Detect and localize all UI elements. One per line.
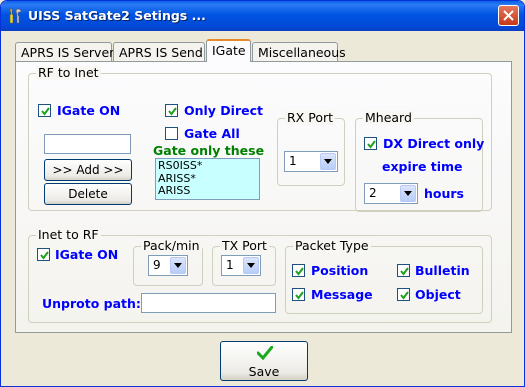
object-label: Object bbox=[415, 287, 461, 302]
dropdown-button[interactable] bbox=[320, 153, 336, 170]
chevron-down-icon bbox=[174, 263, 182, 268]
rx-port-select[interactable]: 1 bbox=[284, 151, 338, 172]
list-item[interactable]: RS0ISS* bbox=[158, 159, 257, 173]
pack-min-select[interactable]: 9 bbox=[148, 255, 188, 276]
hours-label: hours bbox=[424, 186, 464, 201]
delete-button[interactable]: Delete bbox=[44, 183, 132, 205]
expire-time-label: expire time bbox=[382, 159, 463, 174]
chevron-down-icon bbox=[247, 263, 255, 268]
callsign-input[interactable] bbox=[44, 134, 131, 154]
only-direct-label: Only Direct bbox=[184, 103, 263, 118]
tx-port-value: 1 bbox=[226, 258, 234, 272]
chevron-down-icon bbox=[324, 159, 332, 164]
packet-type-group: Packet Type bbox=[285, 239, 483, 314]
save-label: Save bbox=[248, 364, 280, 379]
tx-port-select[interactable]: 1 bbox=[221, 255, 261, 276]
dropdown-button[interactable] bbox=[243, 257, 259, 274]
pack-min-value: 9 bbox=[153, 258, 161, 272]
unproto-path-input[interactable] bbox=[141, 293, 276, 313]
gate-all-checkbox[interactable] bbox=[165, 127, 178, 140]
bulletin-checkbox[interactable] bbox=[397, 264, 410, 277]
dx-direct-only-checkbox[interactable] bbox=[364, 137, 377, 150]
checkmark-icon bbox=[400, 267, 409, 276]
tab-aprs-is-send[interactable]: APRS IS Send bbox=[113, 42, 205, 62]
close-button[interactable] bbox=[498, 5, 519, 26]
gate-only-these-label: Gate only these bbox=[153, 143, 265, 158]
packet-type-legend: Packet Type bbox=[293, 238, 371, 253]
tools-icon bbox=[9, 8, 22, 24]
checkmark-icon bbox=[257, 346, 273, 360]
checkmark-icon bbox=[41, 107, 50, 116]
position-checkbox[interactable] bbox=[292, 264, 305, 277]
checkmark-icon bbox=[400, 291, 409, 300]
rx-port-legend: RX Port bbox=[285, 110, 336, 125]
checkmark-icon bbox=[168, 107, 177, 116]
title-bar[interactable]: UISS SatGate2 Setings ... bbox=[1, 1, 524, 31]
dropdown-button[interactable] bbox=[170, 257, 186, 274]
inet-to-rf-legend: Inet to RF bbox=[36, 227, 101, 242]
tab-aprs-is-server[interactable]: APRS IS Server bbox=[15, 42, 114, 62]
tab-igate[interactable]: IGate bbox=[206, 39, 251, 62]
rx-port-value: 1 bbox=[289, 154, 297, 168]
mheard-legend: Mheard bbox=[363, 110, 414, 125]
inet-igate-on-checkbox[interactable] bbox=[37, 248, 50, 261]
rf-to-inet-legend: RF to Inet bbox=[36, 65, 101, 80]
expire-hours-value: 2 bbox=[369, 186, 377, 200]
checkmark-icon bbox=[295, 291, 304, 300]
settings-window: UISS SatGate2 Setings ... APRS IS Server… bbox=[0, 0, 525, 387]
unproto-path-label: Unproto path: bbox=[42, 296, 141, 311]
dx-direct-only-label: DX Direct only bbox=[383, 136, 485, 151]
rf-igate-on-checkbox[interactable] bbox=[38, 104, 51, 117]
close-icon bbox=[503, 10, 514, 21]
add-button[interactable]: >> Add >> bbox=[44, 159, 132, 181]
tab-miscellaneous[interactable]: Miscellaneous bbox=[252, 42, 346, 62]
message-checkbox[interactable] bbox=[292, 288, 305, 301]
gate-list[interactable]: RS0ISS* ARISS* ARISS bbox=[155, 158, 260, 200]
pack-min-legend: Pack/min bbox=[141, 238, 202, 253]
message-label: Message bbox=[311, 287, 373, 302]
object-checkbox[interactable] bbox=[397, 288, 410, 301]
list-item[interactable]: ARISS bbox=[158, 184, 257, 198]
checkmark-icon bbox=[40, 251, 49, 260]
checkmark-icon bbox=[367, 140, 376, 149]
dropdown-button[interactable] bbox=[400, 185, 416, 202]
tx-port-legend: TX Port bbox=[220, 238, 269, 253]
checkmark-icon bbox=[295, 267, 304, 276]
position-label: Position bbox=[311, 263, 369, 278]
inet-igate-on-label: IGate ON bbox=[55, 247, 119, 262]
chevron-down-icon bbox=[404, 191, 412, 196]
only-direct-checkbox[interactable] bbox=[165, 104, 178, 117]
bulletin-label: Bulletin bbox=[415, 263, 470, 278]
save-button[interactable]: Save bbox=[220, 341, 308, 381]
window-title: UISS SatGate2 Setings ... bbox=[28, 8, 206, 23]
rf-igate-on-label: IGate ON bbox=[57, 103, 121, 118]
gate-all-label: Gate All bbox=[184, 126, 240, 141]
expire-hours-select[interactable]: 2 bbox=[364, 183, 418, 204]
